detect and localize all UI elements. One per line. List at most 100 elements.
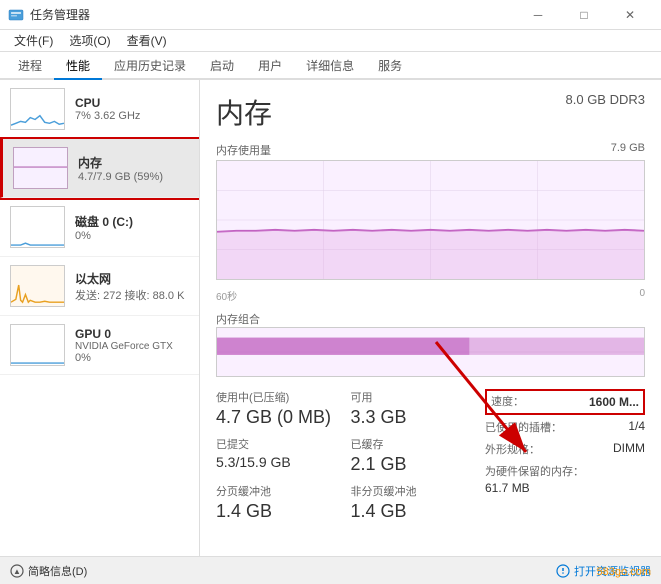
speed-label: 速度： xyxy=(491,393,524,409)
tab-users[interactable]: 用户 xyxy=(246,53,294,80)
stat-available-value: 3.3 GB xyxy=(351,407,470,428)
slots-row: 已使用的插槽： 1/4 xyxy=(485,419,645,437)
ethernet-chart-mini xyxy=(10,265,65,307)
sidebar-item-disk[interactable]: 磁盘 0 (C:) 0% xyxy=(0,198,199,257)
cpu-title: CPU xyxy=(75,96,189,110)
tab-app-history[interactable]: 应用历史记录 xyxy=(102,53,198,80)
slots-value: 1/4 xyxy=(628,419,645,437)
stat-available: 可用 3.3 GB xyxy=(351,389,470,428)
content-header: 内存 8.0 GB DDR3 xyxy=(216,92,645,132)
maximize-button[interactable]: □ xyxy=(561,0,607,30)
cpu-info: CPU 7% 3.62 GHz xyxy=(75,96,189,122)
stat-used-value: 4.7 GB (0 MB) xyxy=(216,407,335,428)
speed-row: 速度： 1600 M... xyxy=(485,389,645,415)
main-area: CPU 7% 3.62 GHz 内存 4.7/7.9 GB (59%) xyxy=(0,80,661,556)
hw-reserved-row: 为硬件保留的内存： 61.7 MB xyxy=(485,463,645,495)
stats-section: 使用中(已压缩) 4.7 GB (0 MB) 可用 3.3 GB 已提交 5.3… xyxy=(216,389,645,522)
window-title: 任务管理器 xyxy=(30,6,90,23)
svg-text:▲: ▲ xyxy=(13,567,21,576)
time-label-left: 60秒 xyxy=(216,288,237,303)
memory-subtitle: 4.7/7.9 GB (59%) xyxy=(78,171,189,183)
stat-available-label: 可用 xyxy=(351,389,470,405)
stat-cached-value: 2.1 GB xyxy=(351,454,470,475)
memory-title: 内存 xyxy=(78,154,189,171)
bottom-bar: ▲ 简略信息(D) 打开资源监视器 xyxy=(0,556,661,584)
usage-chart-label: 内存使用量 xyxy=(216,142,271,158)
sidebar-item-gpu[interactable]: GPU 0 NVIDIA GeForce GTX 0% xyxy=(0,316,199,375)
disk-title: 磁盘 0 (C:) xyxy=(75,213,189,230)
stat-used: 使用中(已压缩) 4.7 GB (0 MB) xyxy=(216,389,335,428)
stat-cached: 已缓存 2.1 GB xyxy=(351,436,470,475)
close-button[interactable]: ✕ xyxy=(607,0,653,30)
memory-chart-mini xyxy=(13,147,68,189)
chart-time-labels: 60秒 0 xyxy=(216,288,645,303)
menu-bar: 文件(F) 选项(O) 查看(V) xyxy=(0,30,661,52)
cpu-subtitle: 7% 3.62 GHz xyxy=(75,110,189,122)
form-factor-value: DIMM xyxy=(613,441,645,459)
time-label-right: 0 xyxy=(639,288,645,303)
right-stats: 速度： 1600 M... 已使用的插槽： 1/4 外形规格： DIMM 为硬件… xyxy=(485,389,645,522)
tab-startup[interactable]: 启动 xyxy=(198,53,246,80)
left-stats: 使用中(已压缩) 4.7 GB (0 MB) 可用 3.3 GB 已提交 5.3… xyxy=(216,389,469,522)
menu-file[interactable]: 文件(F) xyxy=(6,30,61,51)
memory-usage-chart xyxy=(216,160,645,280)
ethernet-title: 以太网 xyxy=(75,270,189,287)
sidebar-item-memory[interactable]: 内存 4.7/7.9 GB (59%) xyxy=(0,139,199,198)
tab-process[interactable]: 进程 xyxy=(6,53,54,80)
stat-paged-label: 分页缓冲池 xyxy=(216,483,335,499)
summary-label: 简略信息(D) xyxy=(28,563,87,579)
tab-details[interactable]: 详细信息 xyxy=(294,53,366,80)
sidebar-item-cpu[interactable]: CPU 7% 3.62 GHz xyxy=(0,80,199,139)
stat-paged-value: 1.4 GB xyxy=(216,501,335,522)
title-bar: 任务管理器 ─ □ ✕ xyxy=(0,0,661,30)
stat-used-label: 使用中(已压缩) xyxy=(216,389,335,405)
slots-label: 已使用的插槽： xyxy=(485,419,562,435)
content-subtitle: 8.0 GB DDR3 xyxy=(566,92,645,107)
watermark: 583go.com xyxy=(597,566,651,578)
title-controls: ─ □ ✕ xyxy=(515,0,653,30)
sidebar: CPU 7% 3.62 GHz 内存 4.7/7.9 GB (59%) xyxy=(0,80,200,556)
summary-icon: ▲ xyxy=(10,564,24,578)
tab-services[interactable]: 服务 xyxy=(366,53,414,80)
ethernet-subtitle: 发送: 272 接收: 88.0 K xyxy=(75,287,189,303)
combo-chart-label: 内存组合 xyxy=(216,314,260,326)
ethernet-info: 以太网 发送: 272 接收: 88.0 K xyxy=(75,270,189,303)
disk-info: 磁盘 0 (C:) 0% xyxy=(75,213,189,242)
menu-view[interactable]: 查看(V) xyxy=(119,30,175,51)
gpu-info: GPU 0 NVIDIA GeForce GTX 0% xyxy=(75,327,189,364)
usage-chart-max: 7.9 GB xyxy=(611,142,645,160)
memory-combo-chart xyxy=(216,327,645,377)
tab-performance[interactable]: 性能 xyxy=(54,53,102,80)
hw-reserved-value: 61.7 MB xyxy=(485,481,530,495)
gpu-title: GPU 0 xyxy=(75,327,189,341)
tab-bar: 进程 性能 应用历史记录 启动 用户 详细信息 服务 xyxy=(0,52,661,80)
summary-button[interactable]: ▲ 简略信息(D) xyxy=(10,563,87,579)
stat-committed-label: 已提交 xyxy=(216,436,335,452)
sidebar-item-ethernet[interactable]: 以太网 发送: 272 接收: 88.0 K xyxy=(0,257,199,316)
form-factor-label: 外形规格： xyxy=(485,441,540,457)
stat-nonpaged-value: 1.4 GB xyxy=(351,501,470,522)
cpu-chart-mini xyxy=(10,88,65,130)
content-title: 内存 xyxy=(216,92,272,132)
app-icon xyxy=(8,7,24,23)
stat-paged: 分页缓冲池 1.4 GB xyxy=(216,483,335,522)
stat-cached-label: 已缓存 xyxy=(351,436,470,452)
form-factor-row: 外形规格： DIMM xyxy=(485,441,645,459)
content-area: 内存 8.0 GB DDR3 内存使用量 7.9 GB xyxy=(200,80,661,556)
speed-value: 1600 M... xyxy=(589,395,639,409)
gpu-subtitle2: 0% xyxy=(75,352,189,364)
menu-options[interactable]: 选项(O) xyxy=(61,30,118,51)
disk-chart-mini xyxy=(10,206,65,248)
stat-committed-value: 5.3/15.9 GB xyxy=(216,454,335,470)
disk-subtitle: 0% xyxy=(75,230,189,242)
gpu-subtitle: NVIDIA GeForce GTX xyxy=(75,341,189,352)
stat-committed: 已提交 5.3/15.9 GB xyxy=(216,436,335,475)
memory-info: 内存 4.7/7.9 GB (59%) xyxy=(78,154,189,183)
gpu-chart-mini xyxy=(10,324,65,366)
stat-nonpaged-label: 非分页缓冲池 xyxy=(351,483,470,499)
stat-nonpaged: 非分页缓冲池 1.4 GB xyxy=(351,483,470,522)
title-bar-left: 任务管理器 xyxy=(8,6,90,23)
minimize-button[interactable]: ─ xyxy=(515,0,561,30)
monitor-icon xyxy=(556,564,570,578)
hw-reserved-label: 为硬件保留的内存： xyxy=(485,463,645,479)
